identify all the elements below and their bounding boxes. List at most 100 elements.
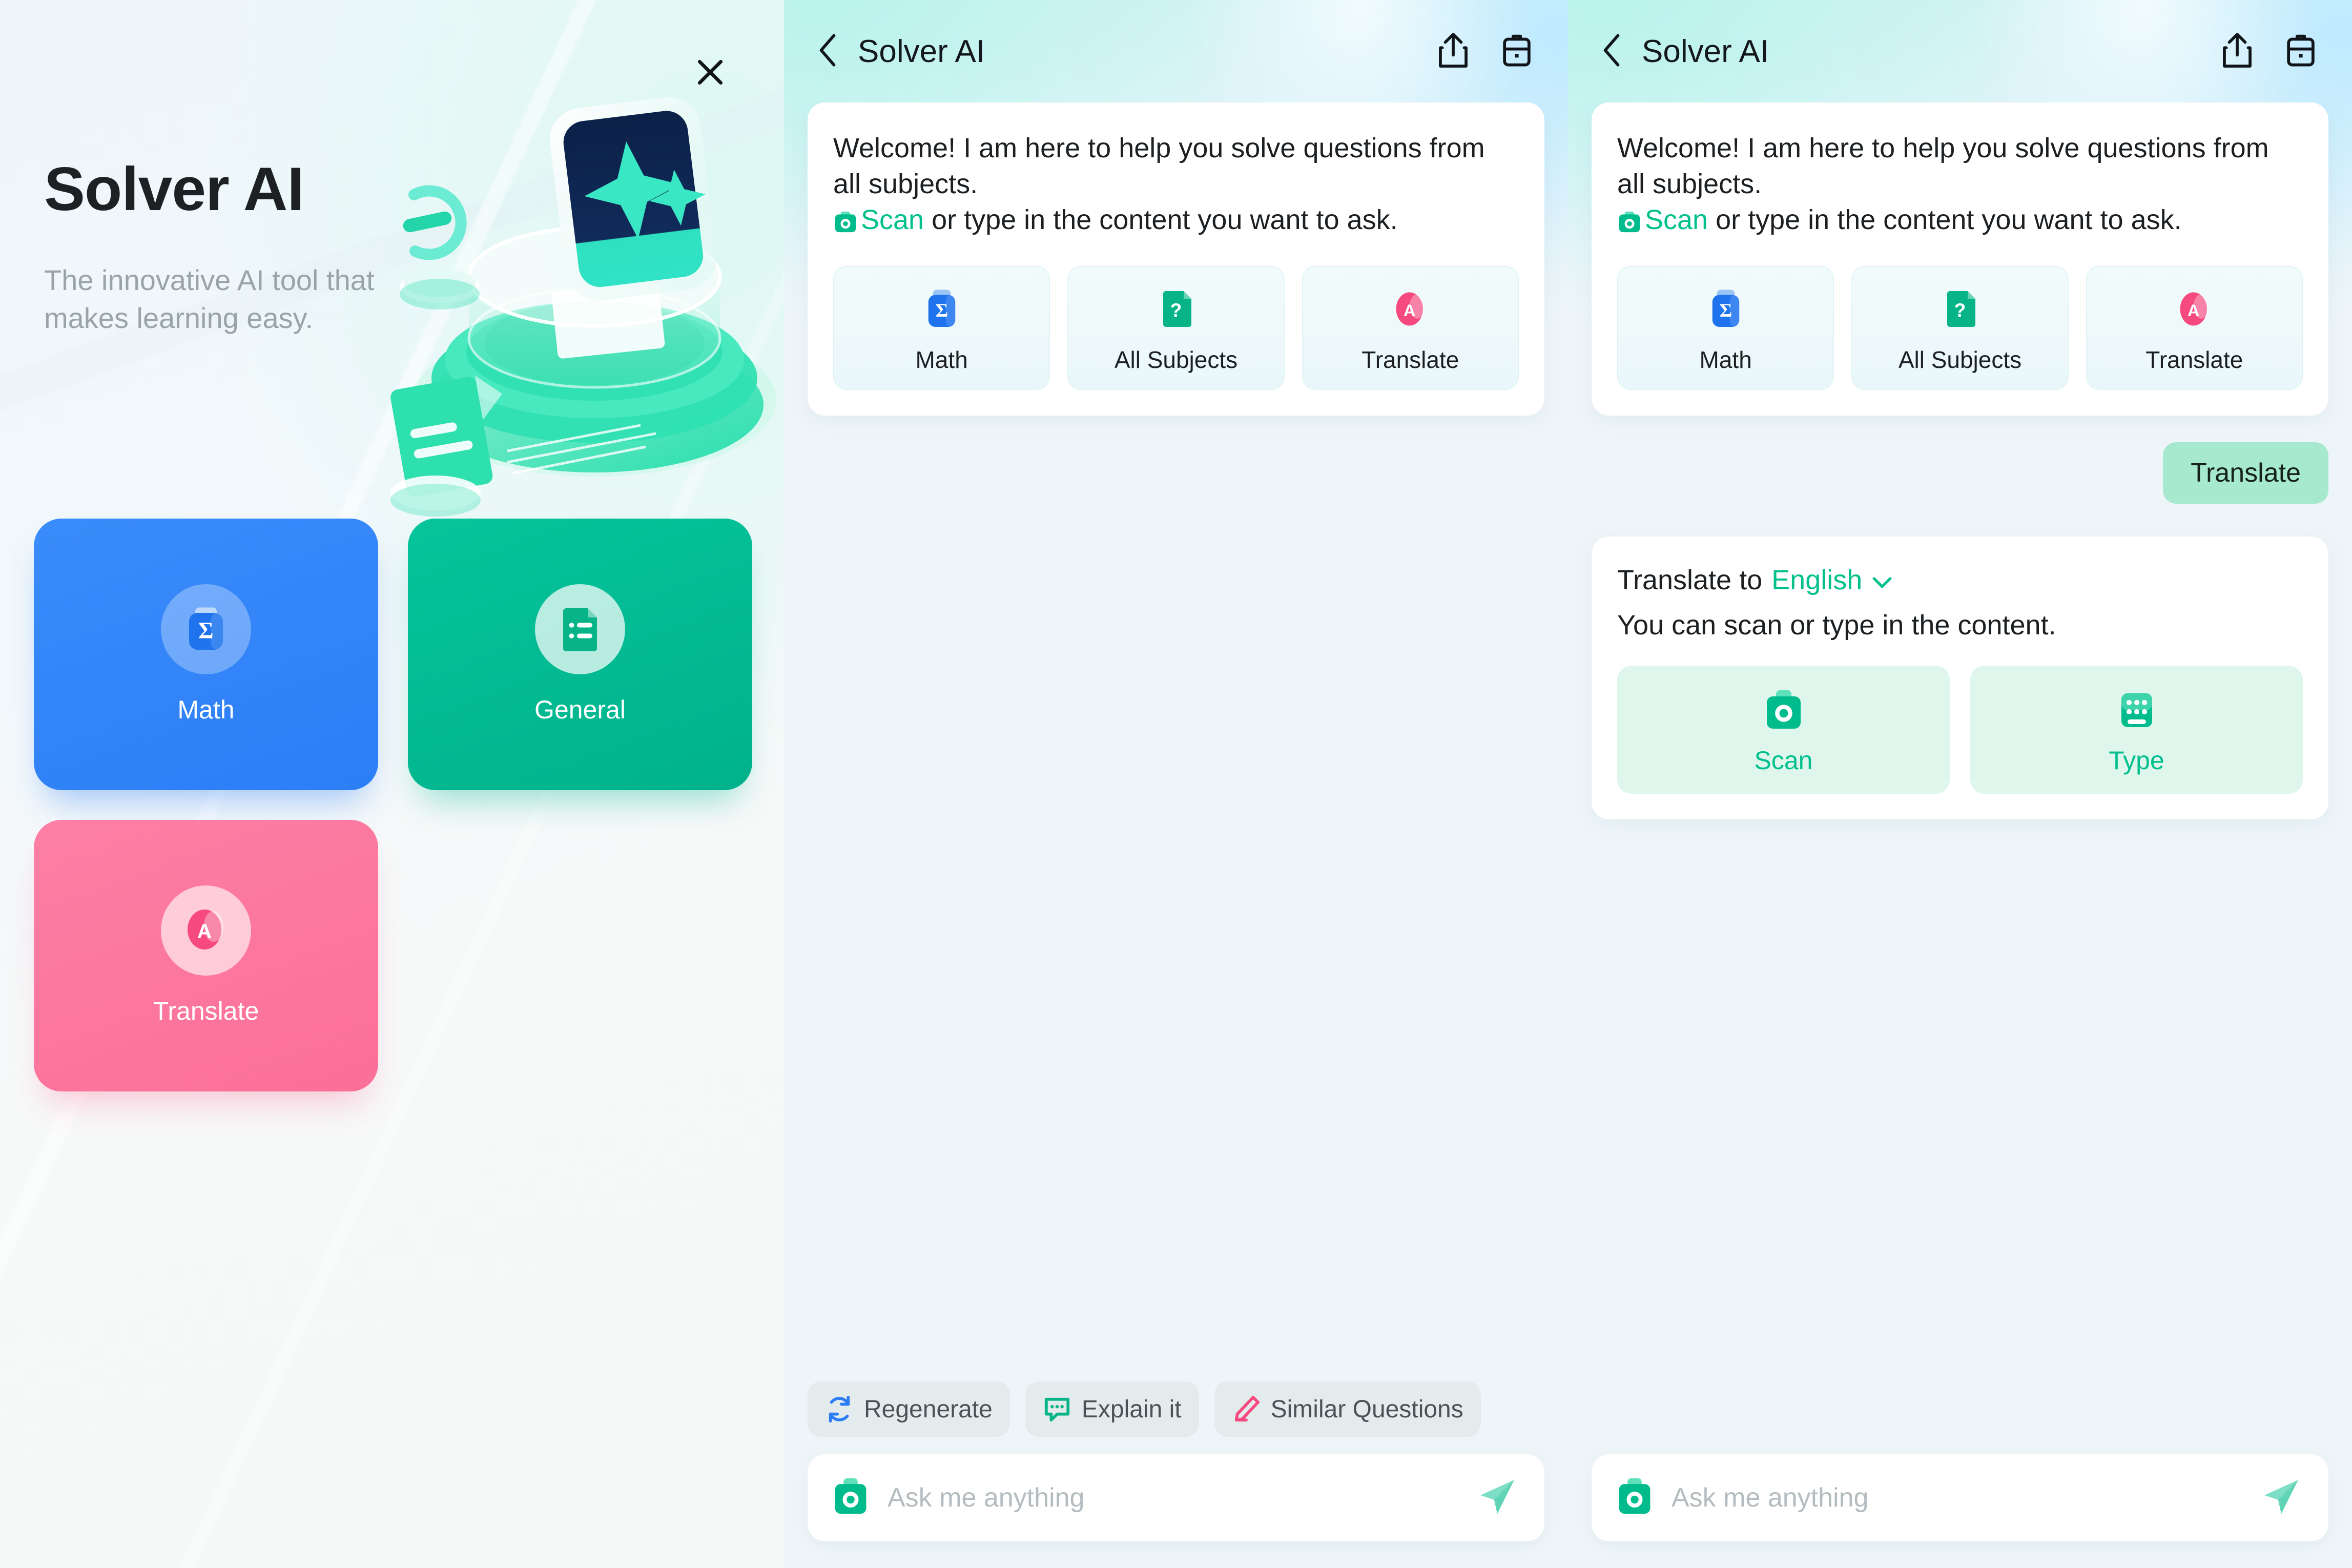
bot-welcome-card: Welcome! I am here to help you solve que…	[808, 102, 1544, 416]
chat-panel-translate: Solver AI Welcome! I am here to help you…	[1568, 0, 2352, 1568]
send-button[interactable]	[2258, 1474, 2305, 1521]
question-doc-icon: ?	[1938, 284, 1982, 334]
close-button[interactable]	[686, 49, 735, 98]
svg-text:?: ?	[1954, 299, 1966, 321]
translate-action-row: Scan Type	[1617, 665, 2303, 794]
language-dropdown-button[interactable]	[1871, 564, 1893, 596]
mode-card-grid: Σ Math General A Translate	[34, 519, 761, 1091]
svg-text:?: ?	[1170, 299, 1182, 321]
subject-chip-label: Math	[1699, 346, 1752, 373]
welcome-line-1: Welcome! I am here to help you solve que…	[833, 133, 1485, 200]
translate-language-row: Translate to English	[1617, 564, 2303, 596]
camera-scan-icon	[1616, 1476, 1653, 1520]
chevron-left-icon	[816, 32, 840, 71]
send-icon	[2260, 1475, 2303, 1521]
message-composer	[808, 1454, 1544, 1541]
history-button[interactable]	[2276, 27, 2325, 76]
subject-chip-label: Translate	[1361, 346, 1459, 373]
bot-welcome-text: Welcome! I am here to help you solve que…	[1617, 130, 2303, 242]
sigma-math-icon: Σ	[181, 604, 231, 655]
chevron-left-icon	[1600, 32, 1624, 71]
action-chip-explain-it[interactable]: Explain it	[1025, 1381, 1199, 1437]
question-doc-icon: ?	[1154, 284, 1198, 334]
svg-text:Σ: Σ	[198, 617, 213, 643]
scan-link[interactable]: Scan	[1645, 204, 1708, 235]
share-button[interactable]	[1429, 27, 1478, 76]
translate-hint: You can scan or type in the content.	[1617, 609, 2056, 641]
camera-scan-icon	[1761, 687, 1807, 733]
keyboard-icon	[2114, 687, 2160, 733]
welcome-line-1: Welcome! I am here to help you solve que…	[1617, 133, 2269, 200]
mode-card-general[interactable]: General	[408, 519, 752, 790]
mode-card-label: General	[534, 695, 626, 724]
page-title: Solver AI	[44, 155, 304, 223]
welcome-line-2: or type in the content you want to ask.	[924, 204, 1398, 236]
subject-chip-row: Σ Math ? All Subjects A Translate	[1617, 265, 2303, 390]
svg-text:A: A	[197, 920, 212, 942]
share-button[interactable]	[2213, 27, 2262, 76]
subject-chip-label: All Subjects	[1114, 346, 1238, 373]
user-message-bubble: Translate	[2163, 442, 2328, 504]
translate-badge: A	[161, 885, 251, 976]
action-chip-similar-questions[interactable]: Similar Questions	[1214, 1381, 1481, 1437]
scan-link[interactable]: Scan	[861, 204, 924, 235]
sigma-math-icon: Σ	[1704, 284, 1748, 334]
camera-scan-icon	[1617, 206, 1642, 242]
header-title: Solver AI	[1642, 33, 1769, 69]
composer-camera-button[interactable]	[831, 1476, 870, 1519]
composer-camera-button[interactable]	[1615, 1476, 1654, 1519]
action-chip-regenerate[interactable]: Regenerate	[808, 1381, 1010, 1437]
subject-chip-translate[interactable]: A Translate	[2086, 265, 2303, 390]
svg-text:A: A	[2188, 301, 2199, 319]
svg-text:Σ: Σ	[935, 300, 948, 321]
action-chip-label: Similar Questions	[1270, 1395, 1463, 1423]
general-badge	[535, 584, 625, 674]
pencil-icon	[1232, 1395, 1261, 1423]
user-message-row: Translate	[1592, 442, 2328, 504]
mode-card-translate[interactable]: A Translate	[34, 820, 378, 1091]
share-icon	[1437, 32, 1469, 71]
action-chip-row: Regenerate Explain it Similar Questions	[784, 1381, 1568, 1437]
subject-chip-label: Translate	[2145, 346, 2243, 373]
history-button[interactable]	[1492, 27, 1541, 76]
app-header: Solver AI	[784, 0, 1568, 102]
app-header: Solver AI	[1568, 0, 2352, 102]
translate-type-button[interactable]: Type	[1970, 665, 2303, 794]
sigma-math-icon: Σ	[920, 284, 964, 334]
bot-welcome-card: Welcome! I am here to help you solve que…	[1592, 102, 2328, 416]
math-badge: Σ	[161, 584, 251, 674]
subject-chip-all-subjects[interactable]: ? All Subjects	[1067, 265, 1285, 390]
subject-chip-math[interactable]: Σ Math	[1617, 265, 1834, 390]
subject-chip-translate[interactable]: A Translate	[1302, 265, 1519, 390]
subject-chip-math[interactable]: Σ Math	[833, 265, 1050, 390]
mode-card-label: Translate	[153, 997, 259, 1025]
welcome-line-2: or type in the content you want to ask.	[1708, 204, 2182, 236]
briefcase-history-icon	[1501, 32, 1533, 71]
onboarding-panel: Solver AI The innovative AI tool that ma…	[0, 0, 784, 1568]
back-button[interactable]	[1590, 29, 1635, 74]
chat-scroll-area[interactable]: Welcome! I am here to help you solve que…	[784, 102, 1568, 1381]
message-input[interactable]	[1672, 1482, 2258, 1513]
briefcase-history-icon	[2285, 32, 2317, 71]
hero-illustration	[354, 46, 784, 528]
subject-chip-label: Math	[915, 346, 968, 373]
chat-panel-welcome: Solver AI Welcome! I am here to help you…	[784, 0, 1568, 1568]
page-subtitle: The innovative AI tool that makes learni…	[44, 264, 375, 335]
subject-chip-all-subjects[interactable]: ? All Subjects	[1851, 265, 2069, 390]
chat-bubble-icon	[1043, 1395, 1071, 1423]
action-chip-label: Regenerate	[864, 1395, 993, 1423]
message-input[interactable]	[888, 1482, 1474, 1513]
letter-a-translate-icon: A	[2172, 284, 2216, 334]
header-title: Solver AI	[858, 33, 985, 69]
translate-action-label: Type	[2109, 746, 2164, 775]
chat-scroll-area[interactable]: Welcome! I am here to help you solve que…	[1568, 102, 2352, 1454]
translate-scan-button[interactable]: Scan	[1617, 665, 1950, 794]
mode-card-math[interactable]: Σ Math	[34, 519, 378, 790]
subject-chip-row: Σ Math ? All Subjects A Translate	[833, 265, 1519, 390]
refresh-icon	[825, 1395, 854, 1423]
back-button[interactable]	[806, 29, 851, 74]
letter-a-translate-icon: A	[181, 905, 231, 957]
translate-prompt-card: Translate to English You can scan or typ…	[1592, 536, 2328, 819]
translate-language-value[interactable]: English	[1771, 564, 1862, 596]
send-button[interactable]	[1474, 1474, 1521, 1521]
